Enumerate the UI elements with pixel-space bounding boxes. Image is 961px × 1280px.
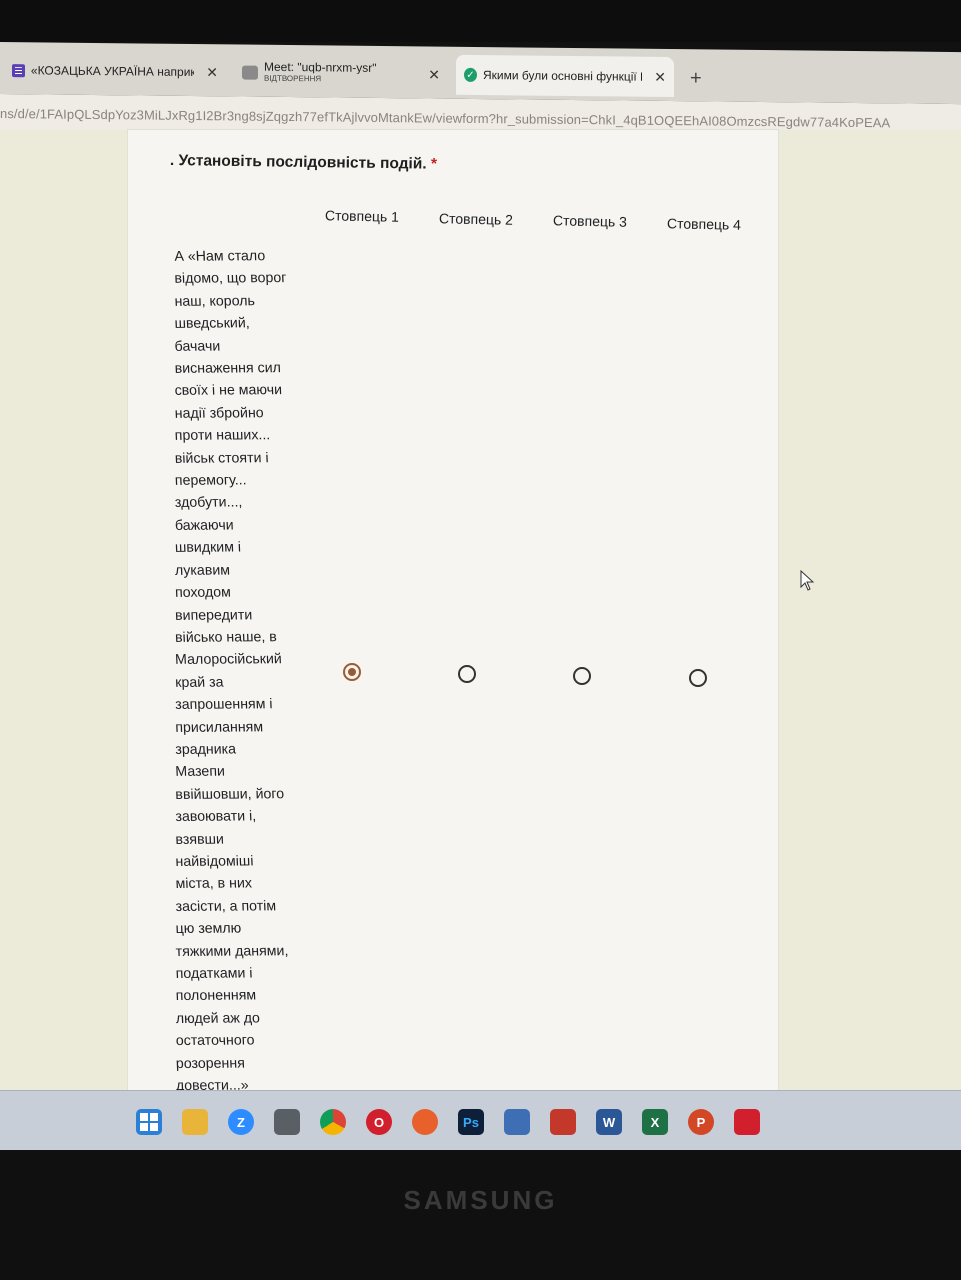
row-label-line: полоненням (175, 987, 257, 1005)
row-label-line: походом (174, 584, 232, 601)
tab-label: «КОЗАЦЬКА УКРАЇНА наприк (30, 63, 195, 80)
row-label-line: Мазепи (175, 763, 226, 781)
row-label-line: Малоросійський (174, 651, 283, 669)
column-header-2: Стовпець 2 (438, 210, 514, 228)
windows-start-icon[interactable] (136, 1109, 162, 1135)
close-icon[interactable]: ✕ (428, 66, 440, 83)
row-label-line: зрадника (174, 741, 237, 758)
row-label-line: край за (174, 674, 224, 691)
word-icon[interactable]: W (596, 1109, 622, 1135)
firefox-icon[interactable] (412, 1109, 438, 1135)
row-label-line: випередити (174, 606, 253, 624)
row-label-line: присиланням (174, 718, 264, 736)
row-label-line: тяжкими данями, (175, 942, 289, 960)
zoom-icon[interactable]: Z (228, 1109, 254, 1135)
file-explorer-icon[interactable] (182, 1109, 208, 1135)
row-label-line: військ стояти і (174, 449, 269, 467)
meet-icon (242, 65, 258, 80)
close-icon[interactable]: ✕ (654, 68, 666, 85)
row-label-line: взявши (175, 831, 225, 848)
powerpoint-icon[interactable]: P (688, 1109, 714, 1135)
photoshop-icon[interactable]: Ps (458, 1109, 484, 1135)
row-label-line: проти наших... (174, 427, 271, 445)
row-label-line: перемогу... (174, 472, 247, 489)
question-text: Установіть послідовність подій. (178, 152, 427, 173)
row-label-line: цю землю (175, 920, 242, 938)
url-text[interactable]: ns/d/e/1FAIpQLSdpYoz3MiLJxRg1I2Br3ng8sjZ… (0, 106, 890, 130)
row-label-line: А «Нам стало (174, 248, 266, 265)
column-header-3: Стовпець 3 (552, 212, 628, 230)
radio-row-a-col-2[interactable] (458, 665, 476, 683)
solitaire-icon[interactable] (504, 1109, 530, 1135)
row-label-line: бажаючи (174, 517, 234, 534)
row-label-line: ввійшовши, його (175, 785, 285, 803)
google-forms-icon (12, 63, 25, 77)
close-icon[interactable]: ✕ (206, 64, 218, 81)
row-label-line: виснаження сил (174, 360, 282, 377)
radio-row-a-col-4[interactable] (689, 669, 707, 687)
radio-row-a-col-3[interactable] (573, 667, 591, 685)
row-label-line: податками і (175, 965, 253, 982)
tab-kozatska-ukraina[interactable]: «КОЗАЦЬКА УКРАЇНА наприк ✕ (4, 50, 226, 92)
row-label-line: розорення (175, 1055, 246, 1072)
opera-icon[interactable]: O (366, 1109, 392, 1135)
monitor-bezel-top (0, 0, 961, 42)
new-tab-button[interactable]: + (690, 67, 702, 90)
row-label-line: остаточного (175, 1032, 255, 1050)
row-label-line: запрошенням і (174, 696, 273, 714)
windows-taskbar: Z O Ps W X P (0, 1090, 961, 1151)
calculator-icon[interactable] (274, 1109, 300, 1135)
tab-sublabel: ВІДТВОРЕННЯ (264, 73, 322, 84)
required-mark: * (430, 155, 438, 173)
radio-row-a-col-1[interactable] (343, 663, 361, 681)
row-label-line: міста, в них (175, 875, 253, 893)
tab-meet[interactable]: Meet: "uqb-nrxm-ysr" ВІДТВОРЕННЯ ✕ (234, 52, 448, 94)
row-label-line: лукавим (174, 562, 231, 579)
monitor-brand-logo: SAMSUNG (403, 1185, 558, 1215)
row-label-line: бачачи (174, 338, 221, 355)
row-label-line: своїх і не маючи (174, 382, 283, 400)
red-app-icon[interactable] (734, 1109, 760, 1135)
row-label-line: людей аж до (175, 1010, 261, 1027)
row-label-line: найвідоміші (175, 853, 254, 870)
column-header-4: Стовпець 4 (666, 215, 742, 233)
column-header-1: Стовпець 1 (324, 207, 400, 225)
form-page (0, 130, 961, 1090)
row-label-line: військо наше, в (174, 629, 278, 646)
check-circle-icon: ✓ (464, 67, 477, 82)
flag-app-icon[interactable] (550, 1109, 576, 1135)
row-label-line: швидким і (174, 539, 242, 557)
tab-yakymy-buly[interactable]: ✓ Якими були основні функції Г ✕ (456, 54, 674, 98)
tab-label: Якими були основні функції Г (482, 68, 643, 84)
row-label-line: відомо, що ворог (174, 270, 287, 288)
chrome-icon[interactable] (320, 1109, 346, 1135)
row-label-line: шведський, (174, 315, 250, 333)
mouse-cursor-icon (800, 570, 815, 591)
excel-icon[interactable]: X (642, 1109, 668, 1135)
row-label-line: завоювати і, (175, 808, 257, 826)
row-label-line: здобути..., (174, 494, 243, 512)
question-title: . Установіть послідовність подій. * (169, 152, 438, 173)
row-label-line: засісти, а потім (175, 898, 277, 915)
row-label-line: надії збройно (174, 405, 264, 422)
row-label-line: наш, король (174, 293, 256, 310)
